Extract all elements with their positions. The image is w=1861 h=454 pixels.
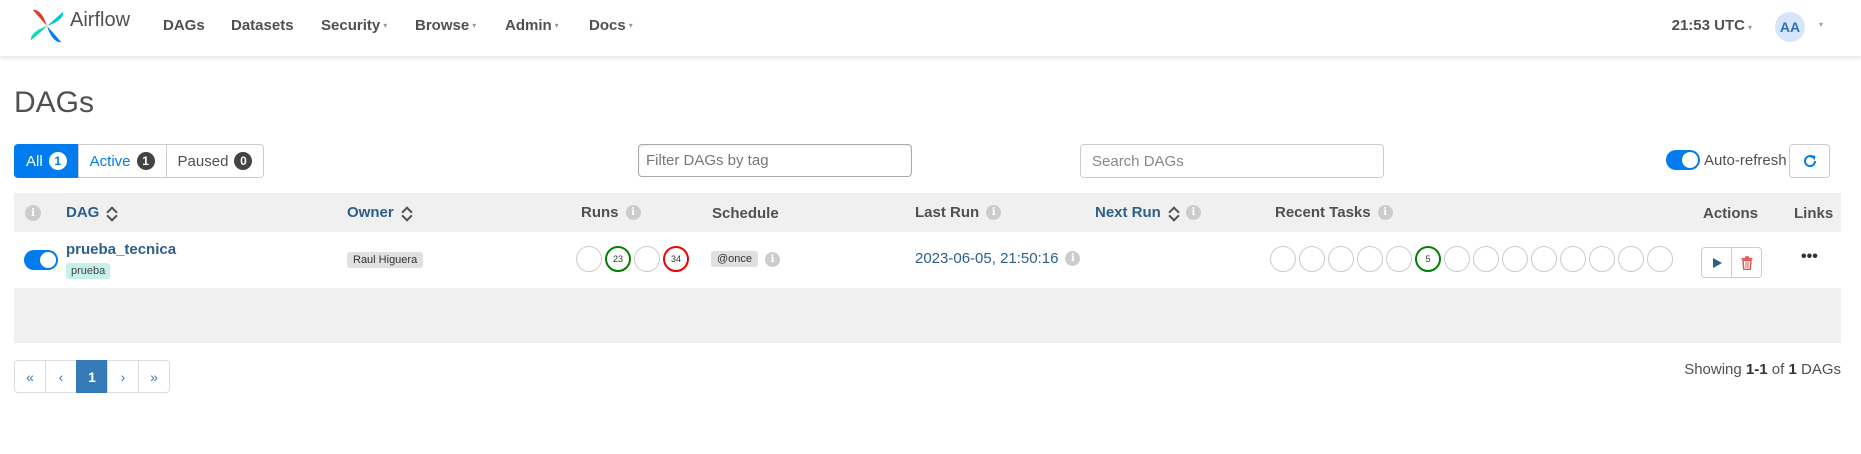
nav-datasets[interactable]: Datasets — [231, 17, 294, 34]
task-state-circle[interactable] — [1531, 246, 1557, 272]
filter-paused-button[interactable]: Paused 0 — [165, 144, 265, 178]
run-state-success[interactable]: 23 — [605, 246, 631, 272]
table-row: prueba_tecnica prueba Raul Higuera 23 34… — [14, 232, 1841, 288]
user-avatar[interactable]: AA — [1775, 12, 1805, 42]
chevron-down-icon: ▾ — [383, 21, 388, 30]
nav-browse[interactable]: Browse ▾ — [415, 17, 476, 34]
header-links: Links — [1794, 205, 1834, 222]
count-badge: 0 — [234, 152, 253, 170]
page-current-button[interactable]: 1 — [76, 360, 108, 393]
table-empty-area — [14, 288, 1841, 343]
dag-id-link[interactable]: prueba_tecnica — [66, 241, 176, 258]
trash-icon — [1741, 255, 1752, 270]
filter-active-button[interactable]: Active 1 — [77, 144, 167, 178]
task-state-circle[interactable] — [1299, 246, 1325, 272]
refresh-icon — [1803, 155, 1816, 168]
page-title: DAGs — [14, 86, 95, 119]
header-recent-tasks: Recent Tasks i — [1275, 204, 1393, 221]
brand-name: Airflow — [70, 8, 131, 31]
search-placeholder: Search DAGs — [1092, 152, 1184, 170]
chevron-down-icon: ▾ — [472, 21, 477, 30]
run-state-failed[interactable]: 34 — [663, 246, 689, 272]
page-first-button[interactable]: « — [14, 360, 46, 393]
links-menu-button[interactable]: ••• — [1801, 248, 1818, 266]
info-icon: i — [25, 205, 41, 221]
info-icon[interactable]: i — [986, 205, 1002, 220]
dags-table: i DAG Owner Runs i Schedule Last Run i Nex… — [14, 193, 1841, 343]
trigger-dag-button[interactable] — [1701, 247, 1732, 278]
pagination: « ‹ 1 › » — [14, 360, 170, 393]
task-state-circle[interactable] — [1560, 246, 1586, 272]
task-state-circle[interactable] — [1647, 246, 1673, 272]
run-state-queued[interactable] — [576, 246, 602, 272]
header-runs: Runs i — [581, 204, 641, 221]
header-dag[interactable]: DAG — [66, 204, 117, 221]
utc-clock[interactable]: 21:53 UTC ▾ — [1672, 17, 1752, 34]
nav-admin[interactable]: Admin ▾ — [505, 17, 559, 34]
task-state-circle[interactable] — [1444, 246, 1470, 272]
delete-dag-button[interactable] — [1731, 247, 1762, 278]
owner-badge[interactable]: Raul Higuera — [347, 252, 424, 268]
page-next-button[interactable]: › — [107, 360, 139, 393]
count-badge: 1 — [136, 152, 155, 170]
page-last-button[interactable]: » — [138, 360, 170, 393]
info-icon[interactable]: i — [1185, 205, 1201, 220]
task-state-circle[interactable] — [1386, 246, 1412, 272]
header-info: i — [25, 205, 41, 221]
task-state-circle[interactable] — [1328, 246, 1354, 272]
top-navbar: Airflow DAGs Datasets Security ▾ Browse ▾ … — [0, 0, 1861, 56]
tag-filter-placeholder: Filter DAGs by tag — [646, 152, 769, 169]
run-state-running[interactable] — [634, 246, 660, 272]
info-icon[interactable]: i — [625, 205, 641, 220]
task-state-circle[interactable] — [1270, 246, 1296, 272]
task-state-circle[interactable] — [1618, 246, 1644, 272]
chevron-down-icon: ▾ — [1747, 23, 1752, 32]
header-schedule: Schedule — [712, 205, 779, 222]
info-icon[interactable]: i — [1377, 205, 1393, 220]
chevron-down-icon[interactable]: ▾ — [1819, 20, 1823, 29]
play-icon — [1712, 257, 1722, 268]
chevron-down-icon: ▾ — [628, 21, 633, 30]
brand-link[interactable]: Airflow — [28, 4, 130, 48]
schedule-badge: @once — [711, 251, 759, 267]
refresh-button[interactable] — [1789, 144, 1830, 178]
header-owner[interactable]: Owner — [347, 204, 412, 221]
search-dags-input[interactable]: Search DAGs — [1080, 144, 1384, 178]
last-run-link[interactable]: 2023-06-05, 21:50:16 — [915, 250, 1058, 267]
nav-dags[interactable]: DAGs — [163, 17, 205, 34]
task-state-circle[interactable] — [1473, 246, 1499, 272]
filter-all-button[interactable]: All 1 — [14, 144, 79, 178]
sort-icon — [107, 205, 117, 221]
airflow-logo-icon — [30, 9, 64, 43]
actions-group — [1701, 247, 1762, 278]
nav-docs[interactable]: Docs ▾ — [589, 17, 633, 34]
task-state-success[interactable]: 5 — [1415, 246, 1441, 272]
chevron-down-icon: ▾ — [554, 21, 559, 30]
auto-refresh-label: Auto-refresh — [1704, 151, 1787, 169]
nav-security[interactable]: Security ▾ — [321, 17, 387, 34]
auto-refresh-control: Auto-refresh — [1666, 150, 1787, 170]
header-last-run: Last Run i — [915, 204, 1002, 221]
dag-tag[interactable]: prueba — [66, 263, 111, 279]
auto-refresh-toggle[interactable] — [1666, 150, 1700, 170]
status-filter-group: All 1 Active 1 Paused 0 — [14, 144, 265, 178]
schedule-cell: @once i — [711, 251, 781, 267]
info-icon[interactable]: i — [765, 251, 781, 267]
task-state-circle[interactable] — [1589, 246, 1615, 272]
task-state-circle[interactable] — [1357, 246, 1383, 272]
showing-count: Showing 1-1 of 1 DAGs — [1684, 361, 1841, 378]
task-state-circle[interactable] — [1502, 246, 1528, 272]
header-next-run[interactable]: Next Run i — [1095, 204, 1201, 221]
last-run-cell: 2023-06-05, 21:50:16 i — [915, 250, 1081, 267]
sort-icon — [402, 205, 412, 221]
table-header: i DAG Owner Runs i Schedule Last Run i Nex… — [14, 193, 1841, 232]
page-prev-button[interactable]: ‹ — [45, 360, 77, 393]
tag-filter-input[interactable]: Filter DAGs by tag — [638, 144, 912, 177]
header-actions: Actions — [1703, 205, 1759, 222]
count-badge: 1 — [48, 152, 67, 170]
info-icon[interactable]: i — [1065, 251, 1081, 266]
dag-pause-toggle[interactable] — [24, 250, 58, 270]
sort-icon — [1169, 205, 1179, 221]
